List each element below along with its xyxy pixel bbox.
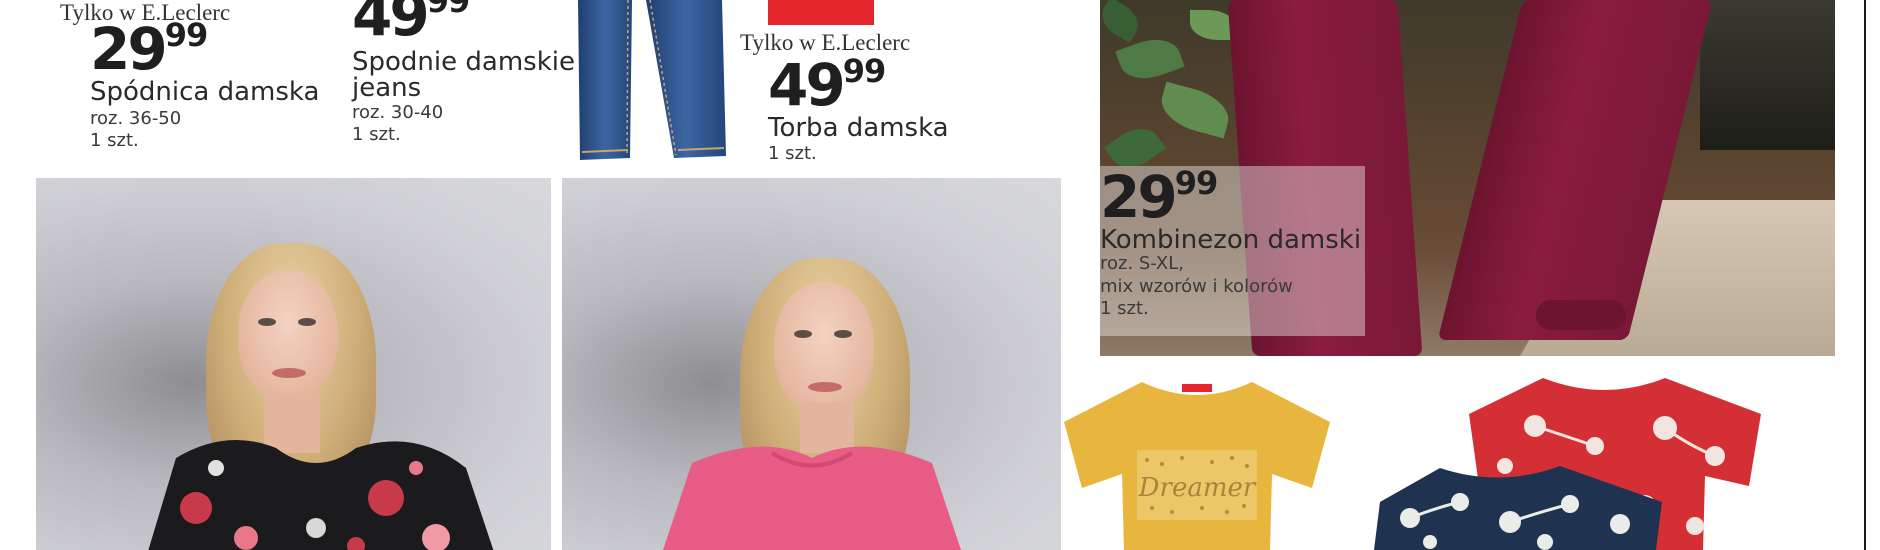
floral-blouse bbox=[148, 440, 494, 550]
bag-price: 4999 bbox=[768, 52, 886, 114]
jeans-price-cents: 99 bbox=[426, 0, 471, 20]
jumpsuit-size: roz. S-XL, bbox=[1100, 253, 1185, 274]
skirt-size: roz. 36-50 bbox=[90, 108, 182, 129]
model-floral-top-photo bbox=[36, 178, 551, 550]
jeans-price-main: 49 bbox=[352, 0, 430, 49]
skirt-price: 2999 bbox=[90, 16, 208, 78]
skirt-qty: 1 szt. bbox=[90, 130, 139, 151]
pink-blouse bbox=[663, 446, 961, 550]
skirt-name: Spódnica damska bbox=[90, 77, 320, 107]
skirt-price-cents: 99 bbox=[164, 16, 209, 54]
page-border bbox=[1864, 0, 1866, 550]
jeans-size: roz. 30-40 bbox=[352, 102, 444, 123]
yellow-tshirt-image: Dreamer bbox=[1064, 382, 1330, 550]
bag-qty: 1 szt. bbox=[768, 143, 817, 164]
navy-floral-tshirt-image bbox=[1374, 466, 1662, 550]
model-pink-top-photo bbox=[562, 178, 1061, 550]
bag-name: Torba damska bbox=[768, 113, 949, 143]
jeans-price: 4999 bbox=[352, 0, 471, 44]
jeans-qty: 1 szt. bbox=[352, 124, 401, 145]
jumpsuit-name: Kombinezon damski bbox=[1100, 225, 1362, 255]
jeans-image bbox=[578, 0, 726, 160]
skirt-price-main: 29 bbox=[90, 15, 168, 83]
jumpsuit-variant: mix wzorów i kolorów bbox=[1100, 276, 1293, 297]
jumpsuit-qty: 1 szt. bbox=[1100, 298, 1149, 319]
jeans-name-line2: jeans bbox=[352, 73, 422, 103]
bag-price-main: 49 bbox=[768, 51, 846, 119]
jeans-name-line1: Spodnie damskie bbox=[352, 47, 575, 77]
bag-image bbox=[768, 0, 874, 25]
jumpsuit-price: 2999 bbox=[1100, 164, 1218, 226]
jumpsuit-price-main: 29 bbox=[1100, 163, 1178, 231]
tshirt-print-text: Dreamer bbox=[1138, 473, 1257, 503]
bag-price-cents: 99 bbox=[842, 52, 887, 90]
jumpsuit-price-cents: 99 bbox=[1174, 164, 1219, 202]
